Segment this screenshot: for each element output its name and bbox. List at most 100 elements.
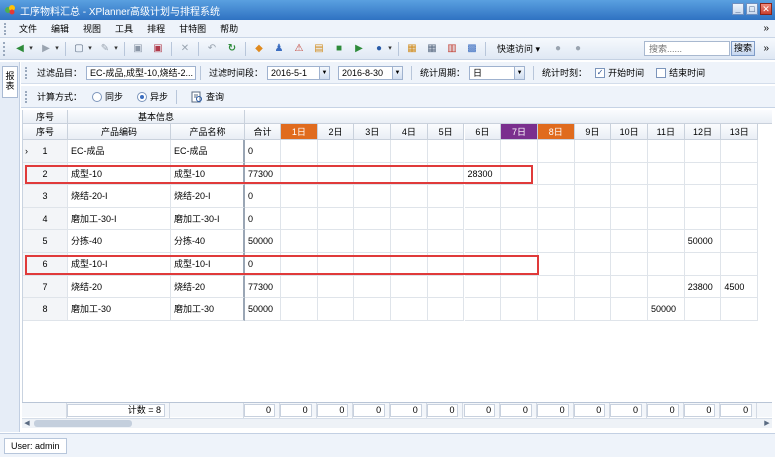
day-value-cell[interactable] — [537, 253, 575, 276]
row-number[interactable]: 3 — [23, 185, 68, 208]
product-code-cell[interactable]: 磨加工-30 — [68, 298, 171, 321]
day-value-cell[interactable] — [354, 185, 392, 208]
day-value-cell[interactable] — [464, 298, 502, 321]
day-value-cell[interactable] — [464, 275, 502, 299]
day-value-cell[interactable] — [721, 230, 759, 253]
menu-file[interactable]: 文件 — [12, 20, 44, 38]
day-value-cell[interactable] — [648, 230, 685, 253]
day-value-cell[interactable] — [317, 140, 355, 163]
product-name-cell[interactable]: 磨加工-30 — [171, 298, 245, 321]
product-name-cell[interactable]: 烧结-20-I — [171, 185, 245, 208]
scroll-left-icon[interactable]: ◀ — [22, 419, 32, 429]
day-value-cell[interactable] — [684, 185, 722, 208]
day-value-cell[interactable] — [611, 275, 648, 299]
day-value-cell[interactable] — [721, 298, 759, 321]
day-value-cell[interactable] — [317, 253, 355, 276]
grid-icon[interactable]: ▦ — [425, 42, 439, 56]
day-value-cell[interactable] — [574, 207, 612, 231]
day-value-cell[interactable] — [464, 140, 502, 163]
report-icon[interactable]: ▥ — [445, 42, 459, 56]
day-value-cell[interactable] — [317, 185, 355, 208]
menu-tools[interactable]: 工具 — [108, 20, 140, 38]
day-value-cell[interactable] — [427, 230, 465, 253]
day-value-cell[interactable] — [537, 298, 575, 321]
product-name-cell[interactable]: 分拣-40 — [171, 230, 245, 253]
day-value-cell[interactable] — [501, 230, 538, 253]
total-cell[interactable]: 0 — [245, 253, 281, 276]
product-code-cell[interactable]: 磨加工-30-I — [68, 207, 171, 231]
row-number[interactable]: 1 › — [23, 140, 68, 163]
day-value-cell[interactable] — [427, 185, 465, 208]
day-value-cell[interactable] — [537, 185, 575, 208]
attach-dropdown-icon[interactable]: ▾ — [113, 42, 119, 56]
day-value-cell[interactable]: 28300 — [464, 162, 502, 186]
day-value-cell[interactable] — [281, 230, 318, 253]
day-value-cell[interactable] — [391, 253, 428, 276]
column-header-day[interactable]: 8日 — [537, 124, 575, 140]
menu-help[interactable]: 帮助 — [213, 20, 245, 38]
product-name-cell[interactable]: 磨加工-30-I — [171, 207, 245, 231]
day-value-cell[interactable] — [317, 207, 355, 231]
product-code-cell[interactable]: 烧结-20 — [68, 275, 171, 299]
column-header-product-code[interactable]: 产品编码 — [68, 124, 171, 140]
day-value-cell[interactable] — [391, 275, 428, 299]
column-header-day[interactable]: 3日 — [354, 124, 392, 140]
day-value-cell[interactable] — [281, 207, 318, 231]
back-dropdown-icon[interactable]: ▾ — [28, 42, 34, 56]
day-value-cell[interactable] — [684, 140, 722, 163]
undo-icon[interactable]: ↶ — [205, 42, 219, 56]
day-value-cell[interactable] — [611, 185, 648, 208]
day-value-cell[interactable] — [648, 253, 685, 276]
query-button[interactable]: 查询 — [206, 90, 224, 103]
search-button[interactable]: 搜索 — [731, 41, 755, 56]
day-value-cell[interactable] — [684, 207, 722, 231]
day-value-cell[interactable] — [611, 298, 648, 321]
day-value-cell[interactable] — [611, 230, 648, 253]
day-value-cell[interactable] — [391, 230, 428, 253]
day-value-cell[interactable] — [574, 253, 612, 276]
menu-view[interactable]: 视图 — [76, 20, 108, 38]
nav-prev-icon[interactable]: ● — [551, 42, 565, 56]
day-value-cell[interactable] — [354, 140, 392, 163]
async-radio[interactable] — [137, 91, 148, 102]
day-value-cell[interactable]: 50000 — [648, 298, 685, 321]
end-date-picker[interactable]: 2016-8-30 ▼ — [338, 65, 404, 80]
day-value-cell[interactable] — [611, 162, 648, 186]
table-icon[interactable]: ▦ — [405, 42, 419, 56]
total-cell[interactable]: 0 — [245, 185, 281, 208]
day-value-cell[interactable] — [391, 185, 428, 208]
toolbar-grip[interactable] — [3, 41, 7, 56]
product-code-cell[interactable]: 烧结-20-I — [68, 185, 171, 208]
product-code-cell[interactable]: 分拣-40 — [68, 230, 171, 253]
menu-grip[interactable] — [4, 22, 8, 35]
day-value-cell[interactable] — [501, 253, 538, 276]
day-value-cell[interactable] — [574, 162, 612, 186]
day-value-cell[interactable] — [537, 275, 575, 299]
day-value-cell[interactable] — [574, 185, 612, 208]
product-code-cell[interactable]: 成型-10 — [68, 162, 171, 186]
save-all-icon[interactable]: ▣ — [151, 42, 165, 56]
day-value-cell[interactable] — [501, 298, 538, 321]
day-value-cell[interactable] — [354, 230, 392, 253]
total-cell[interactable]: 77300 — [245, 275, 281, 299]
day-value-cell[interactable] — [281, 162, 318, 186]
horizontal-scrollbar[interactable]: ◀ ▶ — [22, 418, 772, 428]
day-value-cell[interactable] — [501, 162, 538, 186]
day-value-cell[interactable] — [611, 207, 648, 231]
scroll-thumb[interactable] — [34, 420, 132, 427]
process-icon[interactable]: ⚠ — [292, 42, 306, 56]
day-value-cell[interactable] — [684, 253, 722, 276]
total-cell[interactable]: 50000 — [245, 230, 281, 253]
day-value-cell[interactable] — [427, 207, 465, 231]
row-number[interactable]: 7 — [23, 275, 68, 299]
column-header-day[interactable]: 6日 — [464, 124, 502, 140]
minimize-button[interactable]: _ — [732, 3, 744, 15]
day-value-cell[interactable] — [574, 140, 612, 163]
day-value-cell[interactable] — [648, 275, 685, 299]
day-value-cell[interactable] — [354, 207, 392, 231]
day-value-cell[interactable] — [354, 253, 392, 276]
day-value-cell[interactable] — [427, 298, 465, 321]
day-value-cell[interactable] — [611, 140, 648, 163]
total-cell[interactable]: 77300 — [245, 162, 281, 186]
column-header-day[interactable]: 4日 — [391, 124, 428, 140]
